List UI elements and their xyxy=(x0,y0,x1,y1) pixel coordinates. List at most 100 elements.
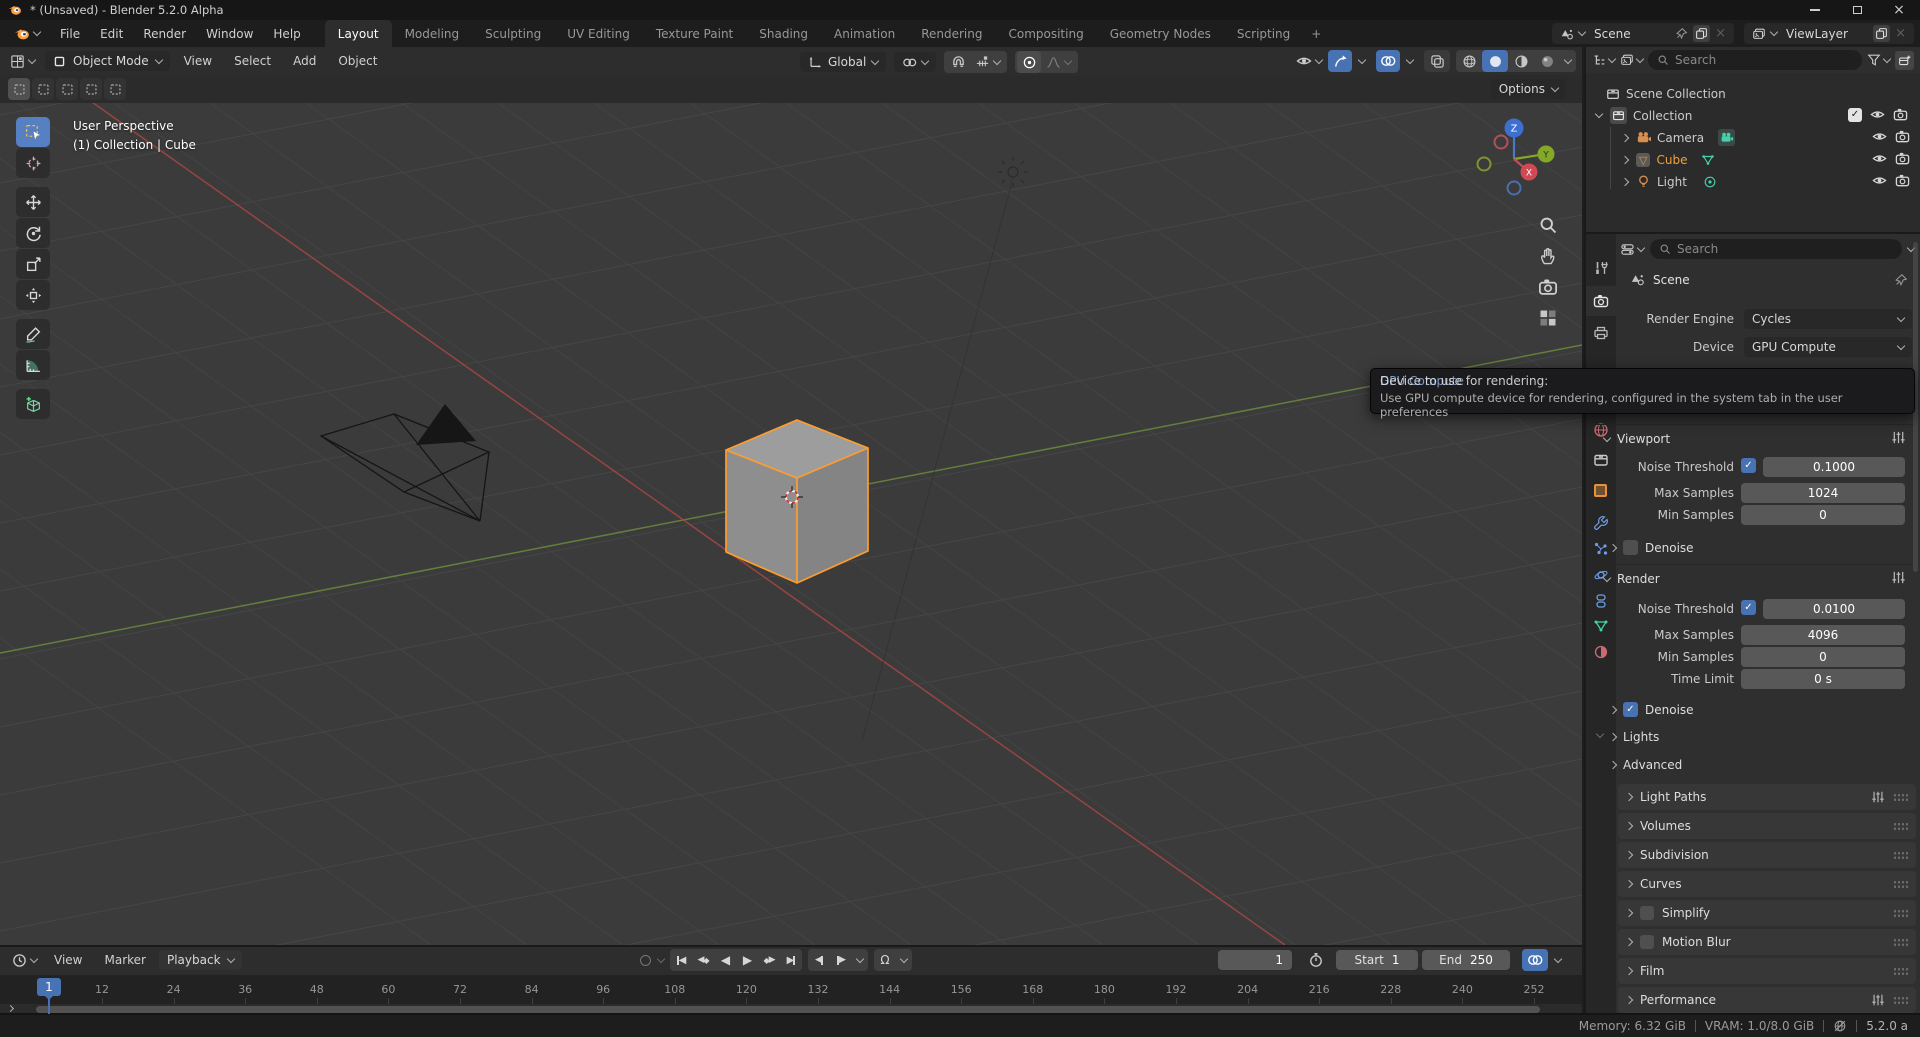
render-visibility-icon[interactable] xyxy=(1893,107,1908,122)
properties-search-input[interactable]: Search xyxy=(1650,239,1902,259)
tool-add-cube[interactable] xyxy=(16,389,50,419)
outliner-search-input[interactable]: Search xyxy=(1648,50,1862,70)
tool-cursor[interactable] xyxy=(16,148,50,178)
r-noise-threshold-field[interactable]: 0.0100 xyxy=(1763,599,1905,619)
tab-render-icon[interactable] xyxy=(1593,293,1609,309)
advanced-panel[interactable]: Advanced xyxy=(1623,758,1682,772)
tab-particles-icon[interactable] xyxy=(1593,541,1609,557)
pin-icon[interactable] xyxy=(1894,273,1908,287)
tab-rendering[interactable]: Rendering xyxy=(908,20,995,47)
tab-uv-editing[interactable]: UV Editing xyxy=(554,20,643,47)
panel-subdivision[interactable]: Subdivision xyxy=(1618,842,1916,868)
expand-icon[interactable] xyxy=(1621,155,1629,163)
transform-orientation-dropdown[interactable]: Global xyxy=(800,52,886,72)
frame-back-button[interactable]: ◀ xyxy=(808,949,830,971)
r-time-limit-field[interactable]: 0 s xyxy=(1741,669,1905,689)
viewport-menu-view[interactable]: View xyxy=(176,47,220,75)
gizmos-toggle[interactable] xyxy=(1328,50,1352,72)
tool-measure[interactable] xyxy=(16,350,50,380)
outliner-row-light[interactable]: Light xyxy=(1622,171,1717,192)
menu-edit[interactable]: Edit xyxy=(90,20,133,47)
render-visibility-icon[interactable] xyxy=(1895,173,1910,188)
new-collection-button[interactable] xyxy=(1895,51,1914,70)
render-engine-dropdown[interactable]: Cycles xyxy=(1744,309,1912,329)
vp-max-samples-field[interactable]: 1024 xyxy=(1741,483,1905,503)
playhead[interactable]: 1 xyxy=(37,978,61,996)
vp-min-samples-field[interactable]: 0 xyxy=(1741,505,1905,525)
delete-viewlayer-button[interactable]: × xyxy=(1895,26,1906,41)
select-mode-subtract-button[interactable] xyxy=(56,78,78,100)
maximize-button[interactable] xyxy=(1836,0,1878,20)
r-min-samples-field[interactable]: 0 xyxy=(1741,647,1905,667)
viewport-menu-object[interactable]: Object xyxy=(330,47,385,75)
tab-constraints-icon[interactable] xyxy=(1593,593,1609,609)
vp-denoise-checkbox[interactable] xyxy=(1623,540,1638,555)
tool-rotate[interactable] xyxy=(16,218,50,248)
tool-select-box[interactable] xyxy=(16,117,50,147)
shading-dropdown[interactable] xyxy=(1560,50,1576,72)
proportional-editing-toggle[interactable] xyxy=(1017,51,1041,73)
timeline-overlays-dropdown[interactable] xyxy=(1550,949,1566,971)
shading-solid-button[interactable] xyxy=(1482,50,1508,72)
shading-rendered-button[interactable] xyxy=(1534,50,1560,72)
proportional-falloff-dropdown[interactable] xyxy=(1041,55,1076,70)
shading-material-button[interactable] xyxy=(1508,50,1534,72)
simplify-checkbox[interactable] xyxy=(1640,906,1654,920)
collapse-icon[interactable] xyxy=(1603,573,1611,581)
gizmo-x-neg-axis[interactable] xyxy=(1495,136,1508,149)
expand-icon[interactable] xyxy=(1621,133,1629,141)
expand-icon[interactable] xyxy=(1609,705,1617,713)
panel-performance[interactable]: Performance xyxy=(1618,987,1916,1013)
tab-modifiers-icon[interactable] xyxy=(1593,515,1609,531)
tab-modeling[interactable]: Modeling xyxy=(392,20,473,47)
editor-type-button[interactable] xyxy=(6,54,39,69)
motion-blur-checkbox[interactable] xyxy=(1640,935,1654,949)
gizmos-dropdown[interactable] xyxy=(1354,50,1370,72)
vp-noise-threshold-field[interactable]: 0.1000 xyxy=(1763,457,1905,477)
object-visibility-dropdown[interactable] xyxy=(1296,53,1322,69)
tab-animation[interactable]: Animation xyxy=(821,20,908,47)
frame-start-field[interactable]: Start 1 xyxy=(1336,950,1418,970)
tool-move[interactable] xyxy=(16,187,50,217)
auto-keying-toggle[interactable] xyxy=(634,949,656,971)
play-reverse-button[interactable]: ◀ xyxy=(714,949,736,971)
panel-motion-blur[interactable]: Motion Blur xyxy=(1618,929,1916,955)
tab-sculpting[interactable]: Sculpting xyxy=(472,20,554,47)
keying-set-button[interactable]: Ω xyxy=(874,949,896,971)
timeline-h-scrollbar[interactable] xyxy=(36,1006,1540,1013)
menu-render[interactable]: Render xyxy=(133,20,196,47)
collapse-icon[interactable] xyxy=(1603,433,1611,441)
delete-scene-button[interactable]: × xyxy=(1715,26,1726,41)
timeline-editor-type-button[interactable] xyxy=(8,953,41,968)
tool-annotate[interactable] xyxy=(16,319,50,349)
panel-film[interactable]: Film xyxy=(1618,958,1916,984)
r-denoise-label[interactable]: Denoise xyxy=(1645,703,1694,717)
xray-toggle[interactable] xyxy=(1424,50,1450,72)
tab-object-icon[interactable] xyxy=(1594,484,1607,497)
expand-channels-icon[interactable] xyxy=(7,1005,14,1012)
hide-eye-icon[interactable] xyxy=(1872,129,1887,144)
render-visibility-icon[interactable] xyxy=(1895,151,1910,166)
snap-toggle[interactable] xyxy=(946,51,970,73)
r-denoise-checkbox[interactable]: ✓ xyxy=(1623,702,1638,717)
viewport-menu-add[interactable]: Add xyxy=(285,47,324,75)
play-button[interactable]: ▶ xyxy=(736,949,758,971)
render-visibility-icon[interactable] xyxy=(1895,129,1910,144)
r-noise-threshold-checkbox[interactable]: ✓ xyxy=(1741,600,1756,615)
minimize-button[interactable] xyxy=(1794,0,1836,20)
use-preview-range-button[interactable] xyxy=(1308,952,1324,968)
options-dropdown[interactable]: Options xyxy=(1491,79,1566,99)
timeline-ruler[interactable]: 1224364860728496108120132144156168180192… xyxy=(0,975,1582,1004)
camera-view-button[interactable] xyxy=(1538,277,1558,297)
orthographic-toggle-button[interactable] xyxy=(1538,308,1558,328)
jump-to-start-button[interactable]: ◀ xyxy=(670,949,692,971)
hide-eye-icon[interactable] xyxy=(1872,173,1887,188)
gizmo-z-neg-axis[interactable] xyxy=(1508,182,1521,195)
shading-wireframe-button[interactable] xyxy=(1456,50,1482,72)
viewport-menu-select[interactable]: Select xyxy=(226,47,279,75)
panel-volumes[interactable]: Volumes xyxy=(1618,813,1916,839)
viewport-canvas[interactable]: User Perspective (1) Collection | Cube Z… xyxy=(0,103,1582,945)
select-mode-extend-button[interactable] xyxy=(32,78,54,100)
outliner-viewlayer-button[interactable] xyxy=(1620,53,1643,67)
outliner-filter-button[interactable] xyxy=(1867,53,1890,67)
